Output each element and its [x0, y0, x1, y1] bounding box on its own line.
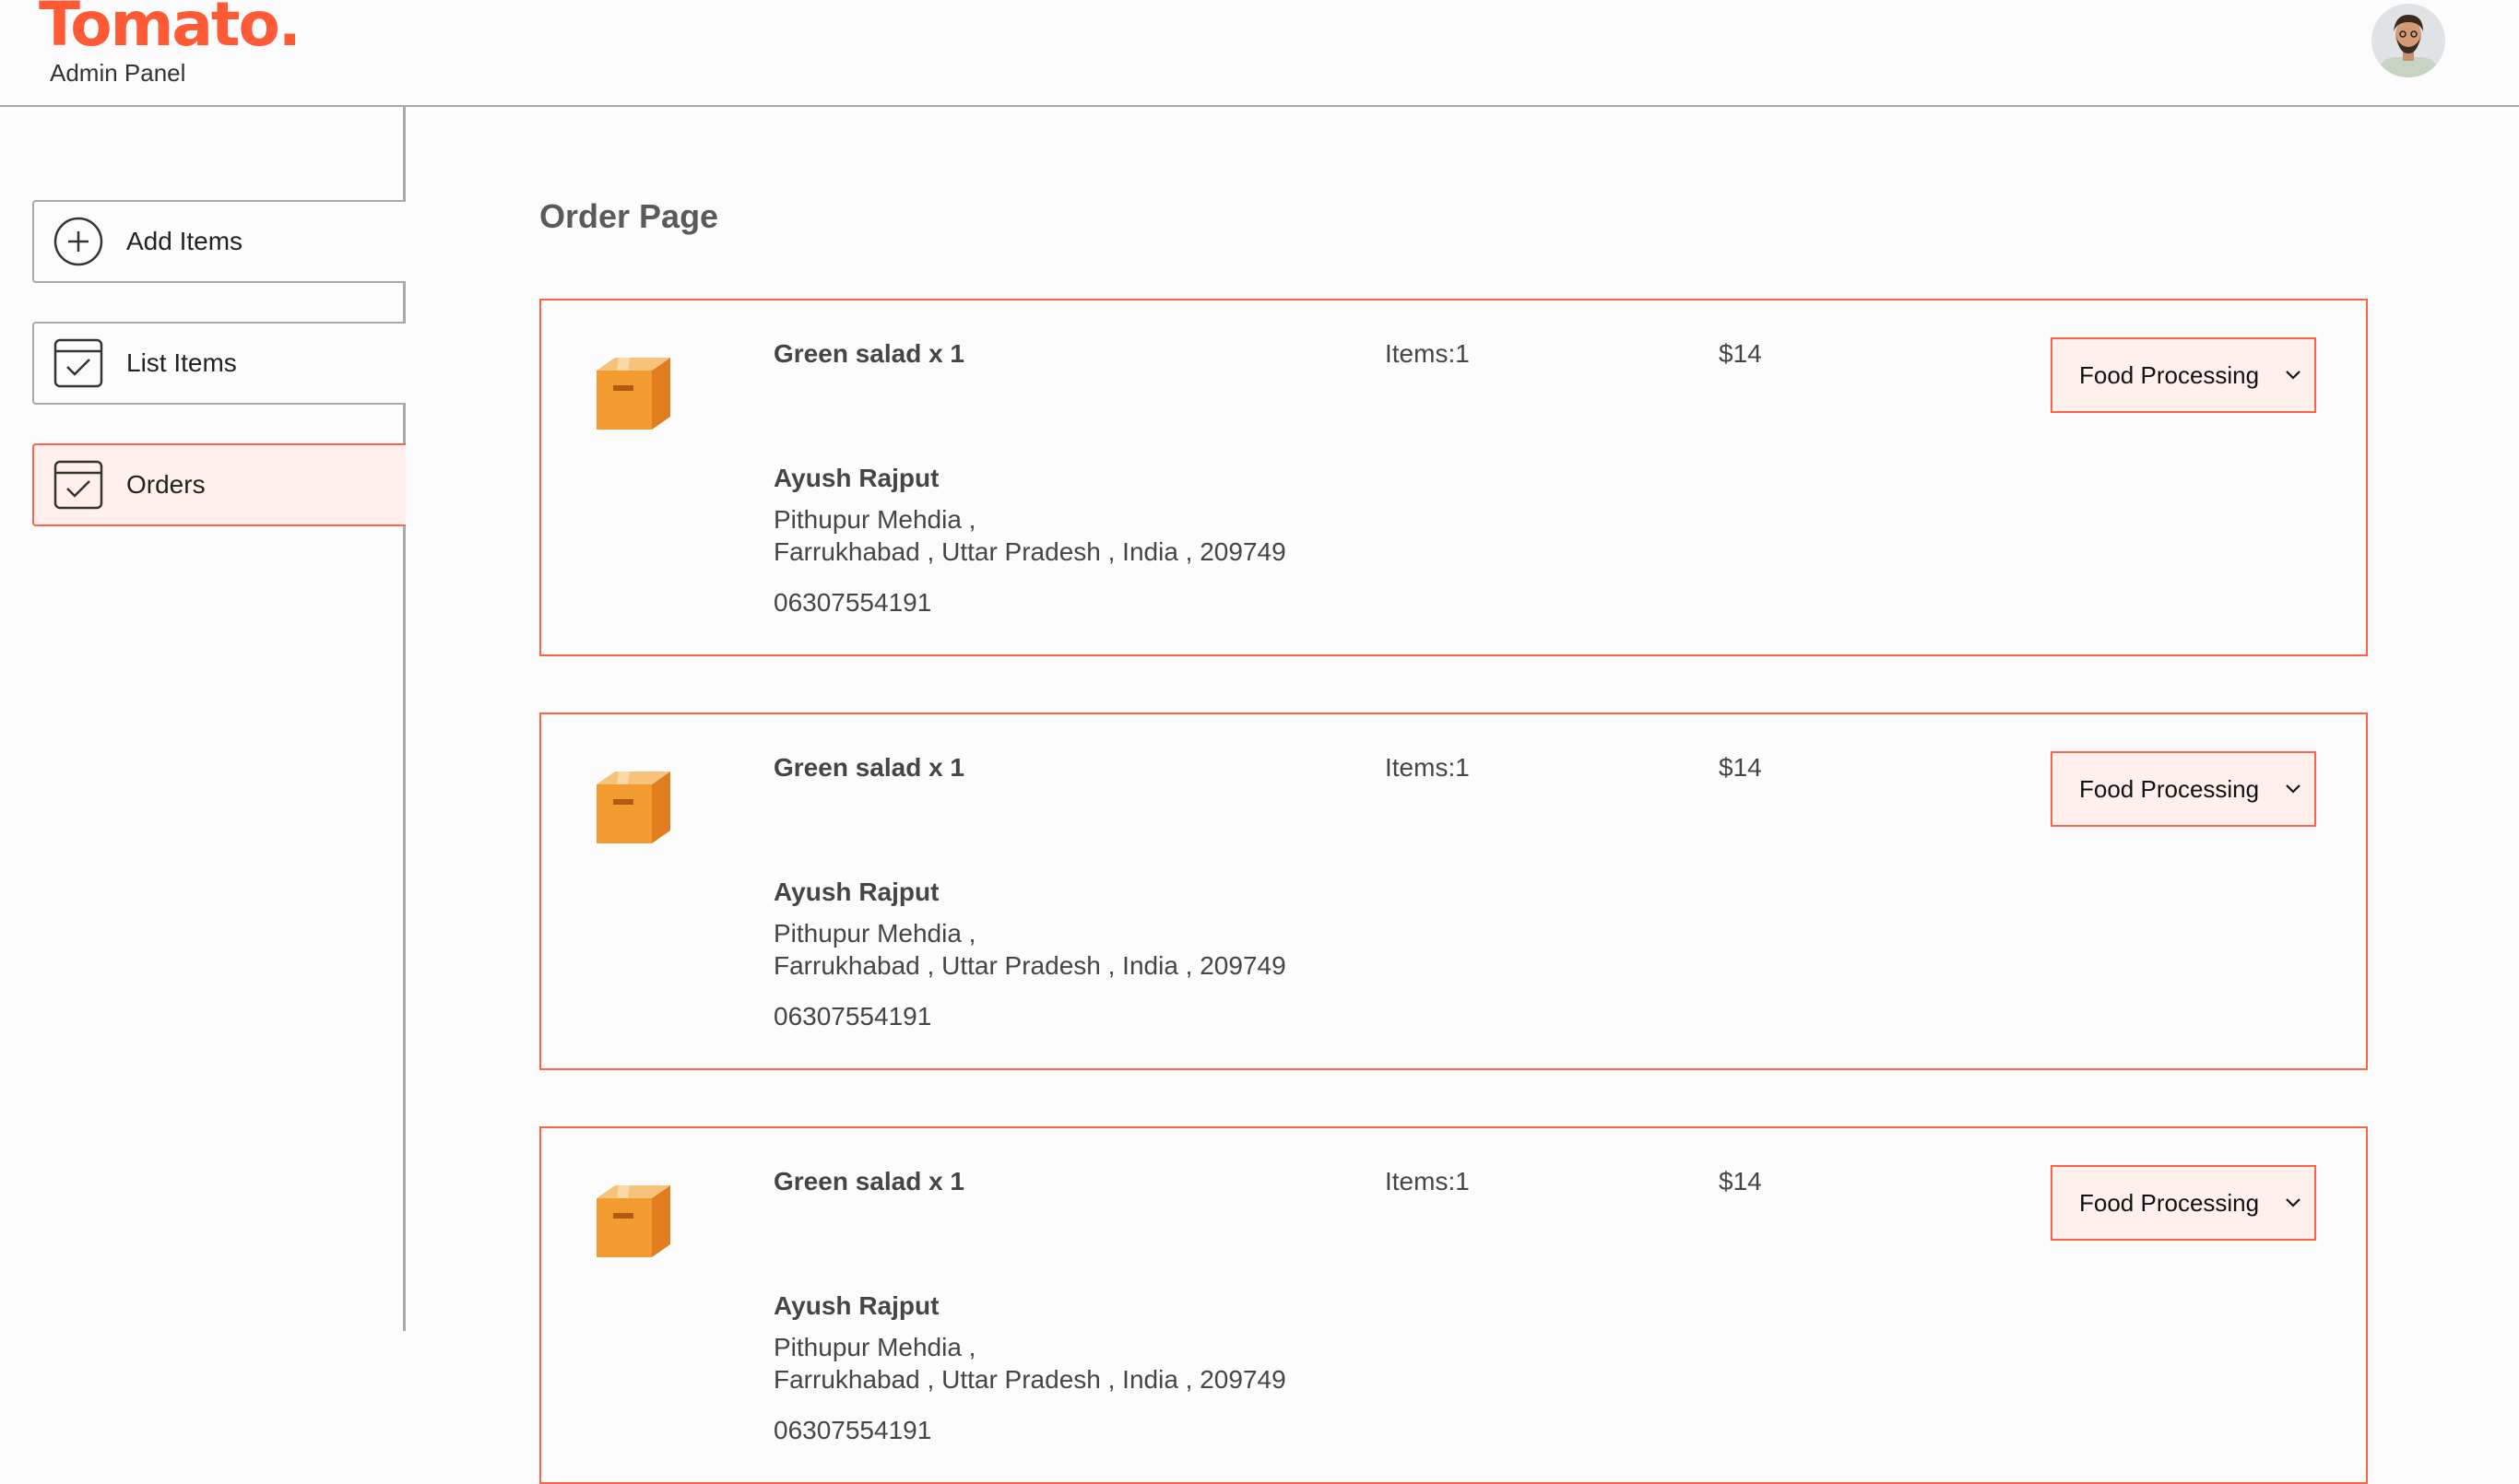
order-status-select[interactable]: Food Processing — [2051, 1165, 2316, 1241]
sidebar-item-add-items[interactable]: Add Items — [32, 200, 406, 283]
sidebar-item-label: Add Items — [126, 227, 243, 255]
sidebar-item-list-items[interactable]: List Items — [32, 322, 406, 405]
chevron-down-icon — [2283, 365, 2303, 390]
parcel-icon — [587, 759, 680, 851]
address-line-1: Pithupur Mehdia , — [774, 919, 976, 948]
chevron-down-icon — [2283, 779, 2303, 804]
parcel-icon — [587, 345, 680, 437]
admin-panel-subtitle: Admin Panel — [50, 59, 186, 87]
customer-name: Ayush Rajput — [774, 464, 940, 492]
checklist-icon — [53, 337, 104, 389]
customer-phone: 06307554191 — [774, 1416, 932, 1444]
order-status-value: Food Processing — [2079, 1188, 2260, 1217]
logo-text: Tomato. — [39, 0, 302, 60]
customer-phone: 06307554191 — [774, 1002, 932, 1031]
user-avatar-icon — [2371, 4, 2445, 77]
order-items-count: Items:1 — [1385, 339, 1470, 368]
order-items-text: Green salad x 1 — [774, 339, 965, 368]
sidebar-item-label: List Items — [126, 348, 237, 377]
sidebar-item-label: Orders — [126, 470, 206, 499]
order-amount: $14 — [1719, 1167, 1762, 1195]
order-card: Green salad x 1 Items:1 $14 Food Process… — [539, 299, 2368, 656]
top-navbar: Tomato. Admin Panel — [0, 0, 2519, 107]
order-items-count: Items:1 — [1385, 1167, 1470, 1195]
address-line-1: Pithupur Mehdia , — [774, 1333, 976, 1361]
brand[interactable]: Tomato. Admin Panel — [39, 0, 302, 88]
order-status-value: Food Processing — [2079, 360, 2260, 389]
chevron-down-icon — [2283, 1193, 2303, 1218]
sidebar-item-orders[interactable]: Orders — [32, 443, 406, 526]
order-amount: $14 — [1719, 753, 1762, 782]
customer-name: Ayush Rajput — [774, 1291, 940, 1320]
checklist-icon — [53, 459, 104, 511]
order-status-value: Food Processing — [2079, 774, 2260, 803]
address-line-2: Farrukhabad , Uttar Pradesh , India , 20… — [774, 537, 1286, 566]
order-status-select[interactable]: Food Processing — [2051, 337, 2316, 413]
customer-name: Ayush Rajput — [774, 877, 940, 906]
customer-phone: 06307554191 — [774, 588, 932, 617]
add-circle-icon — [53, 216, 104, 267]
order-items-text: Green salad x 1 — [774, 753, 965, 782]
profile-avatar[interactable] — [2371, 4, 2445, 77]
order-card: Green salad x 1 Items:1 $14 Food Process… — [539, 1126, 2368, 1484]
order-status-select[interactable]: Food Processing — [2051, 751, 2316, 827]
order-items-text: Green salad x 1 — [774, 1167, 965, 1195]
address-line-2: Farrukhabad , Uttar Pradesh , India , 20… — [774, 951, 1286, 980]
page-title: Order Page — [539, 197, 719, 235]
order-items-count: Items:1 — [1385, 753, 1470, 782]
address-line-2: Farrukhabad , Uttar Pradesh , India , 20… — [774, 1365, 1286, 1394]
address-line-1: Pithupur Mehdia , — [774, 505, 976, 534]
parcel-icon — [587, 1172, 680, 1265]
order-amount: $14 — [1719, 339, 1762, 368]
sidebar: Add Items List Items Orders — [0, 107, 406, 1331]
order-card: Green salad x 1 Items:1 $14 Food Process… — [539, 713, 2368, 1070]
